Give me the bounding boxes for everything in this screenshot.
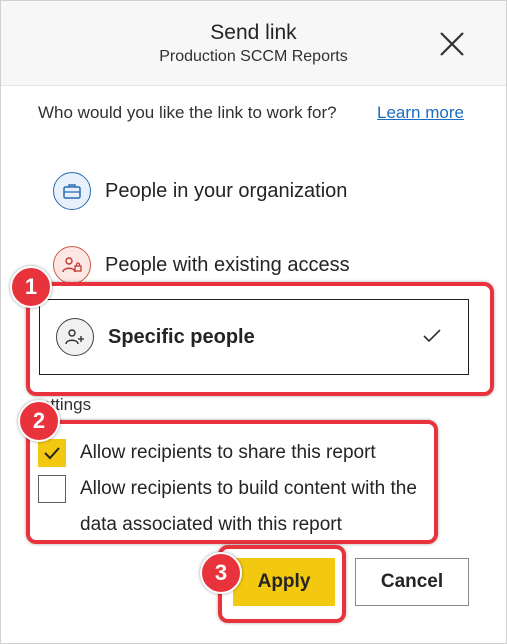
dialog-title: Send link [210,21,297,44]
callout-highlight-specific-people [26,282,494,396]
option-label: People in your organization [105,179,348,202]
link-audience-question: Who would you like the link to work for? [38,103,337,122]
close-icon[interactable] [437,29,467,59]
option-people-with-existing-access[interactable]: People with existing access [53,245,453,285]
callout-badge-3: 3 [200,552,242,594]
dialog-header: Send link Production SCCM Reports [1,1,506,86]
learn-more-link[interactable]: Learn more [377,103,464,123]
callout-badge-1: 1 [10,266,52,308]
people-lock-icon [53,246,91,284]
dialog-subtitle: Production SCCM Reports [159,48,348,65]
briefcase-icon [53,172,91,210]
callout-highlight-settings [26,420,438,544]
callout-badge-2: 2 [18,400,60,442]
cancel-button[interactable]: Cancel [355,558,469,606]
option-people-in-organization[interactable]: People in your organization [53,171,453,211]
option-label: People with existing access [105,253,350,276]
